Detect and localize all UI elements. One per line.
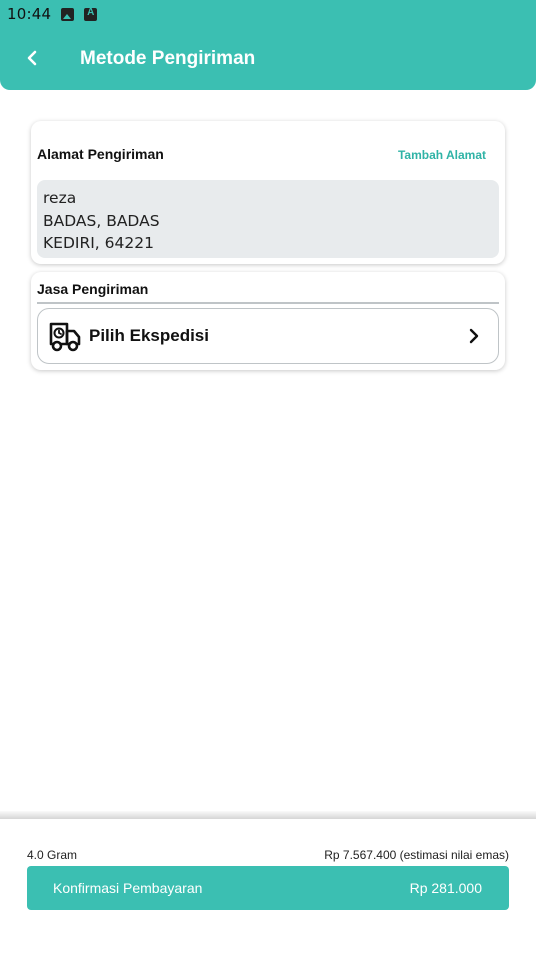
status-bar: 10:44 [0,0,536,28]
gold-value-estimate: Rp 7.567.400 (estimasi nilai emas) [324,848,509,862]
page-title: Metode Pengiriman [80,48,256,69]
select-courier-button[interactable]: Pilih Ekspedisi [37,308,499,364]
truck-icon [49,322,81,352]
payment-total: Rp 281.000 [409,880,482,896]
back-button[interactable] [18,44,46,72]
select-courier-label: Pilih Ekspedisi [89,326,209,345]
confirm-payment-button[interactable]: Konfirmasi Pembayaran Rp 281.000 [27,866,509,910]
app-header: 10:44 Metode Pengiriman [0,0,536,90]
confirm-payment-label: Konfirmasi Pembayaran [53,880,203,896]
bottom-bar: 4.0 Gram Rp 7.567.400 (estimasi nilai em… [0,819,536,953]
add-address-link[interactable]: Tambah Alamat [398,148,486,162]
selected-address[interactable]: reza BADAS, BADAS KEDIRI, 64221 [37,180,499,258]
address-card: Alamat Pengiriman Tambah Alamat reza BAD… [31,121,505,264]
shipping-card: Jasa Pengiriman Pilih Ekspedisi [31,272,505,370]
address-city: KEDIRI, 64221 [43,234,154,252]
font-icon [84,7,98,21]
image-icon [61,7,75,21]
chevron-left-icon [27,50,37,66]
chevron-right-icon [469,328,479,344]
status-time: 10:44 [7,5,52,23]
divider [37,302,499,304]
shipping-section-title: Jasa Pengiriman [37,281,149,297]
gold-weight: 4.0 Gram [27,848,78,862]
address-name: reza [43,189,77,207]
address-section-title: Alamat Pengiriman [37,146,164,162]
address-street: BADAS, BADAS [43,211,160,230]
